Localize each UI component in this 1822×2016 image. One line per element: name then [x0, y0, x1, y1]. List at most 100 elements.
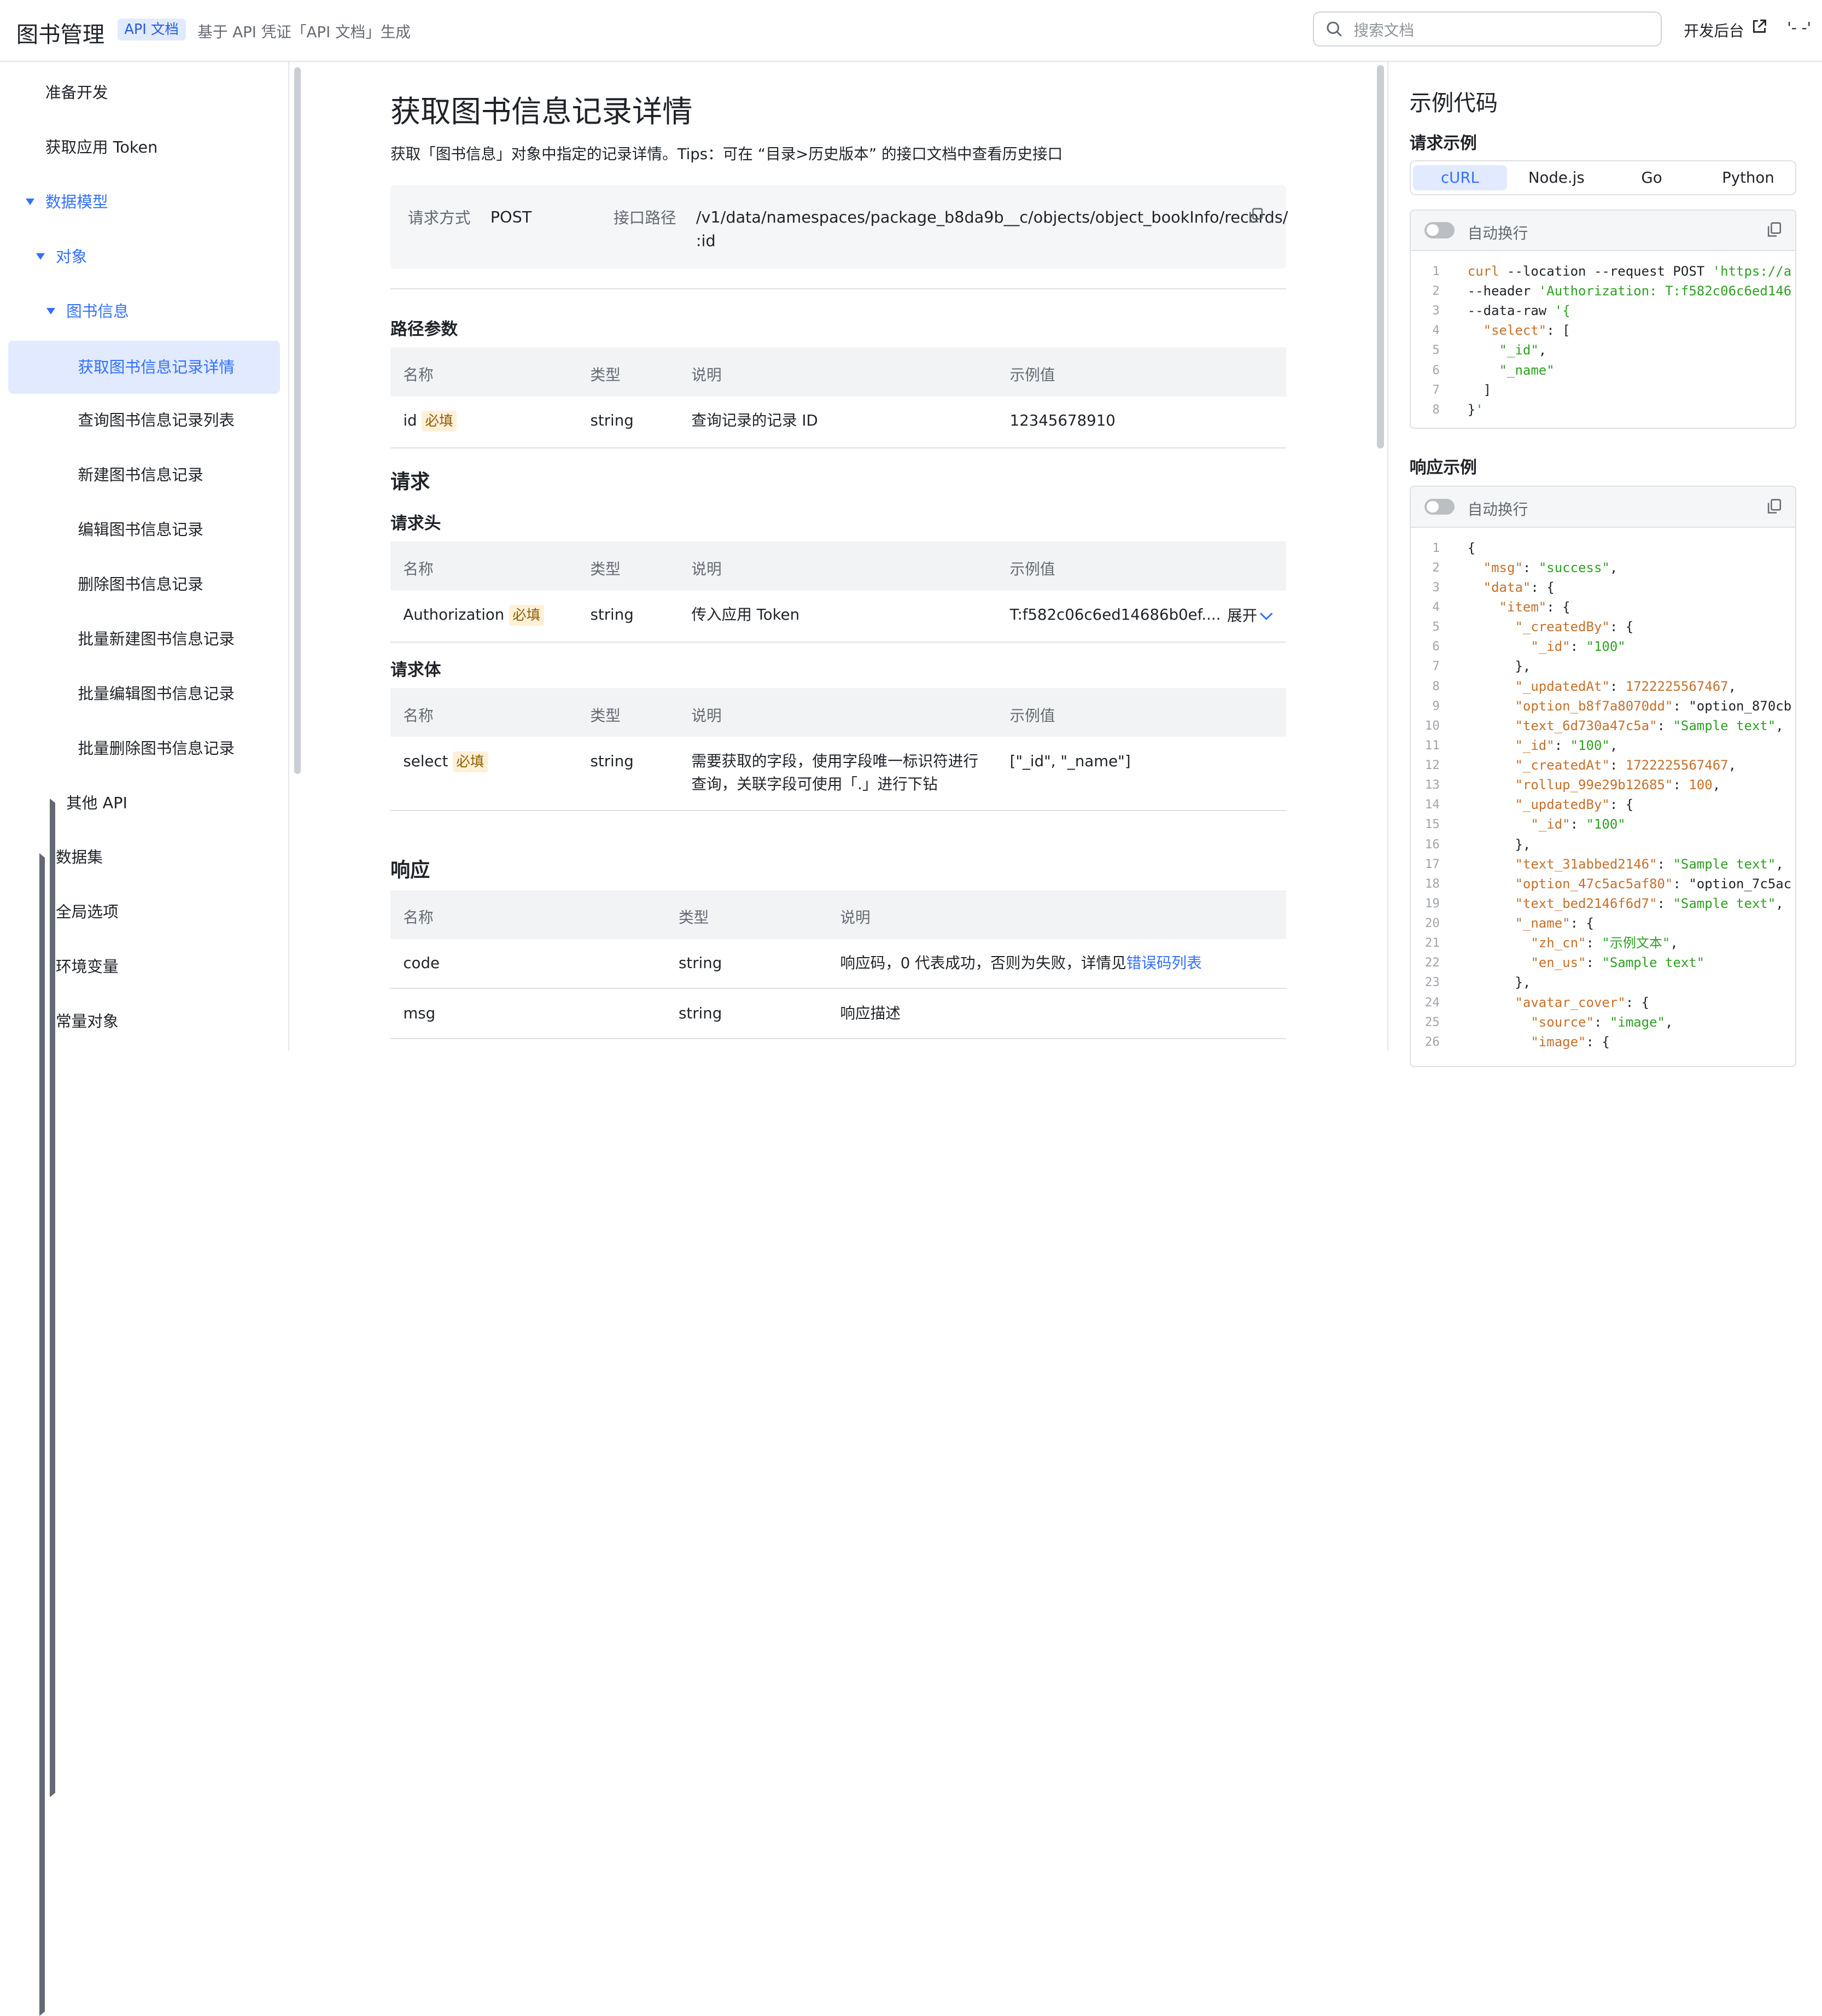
nav-item-batch-create[interactable]: 批量新建图书信息记录 — [78, 613, 235, 666]
line-number: 4 — [1411, 321, 1440, 340]
body-example: ["_id", "_name"] — [1010, 750, 1131, 773]
required-tag: 必填 — [422, 411, 457, 432]
line-number: 7 — [1411, 656, 1440, 676]
code-line: 2--header 'Authorization: T:f582c06c6ed1… — [1411, 281, 1796, 301]
code-text: { — [1468, 538, 1475, 558]
line-number: 5 — [1411, 340, 1440, 360]
code-line: 3--data-raw '{ — [1411, 301, 1796, 321]
nav-item-constants[interactable]: 常量对象 — [39, 995, 260, 1048]
nav-item-delete-record[interactable]: 删除图书信息记录 — [78, 558, 203, 611]
nav-item-book-info[interactable]: 图书信息 — [46, 285, 267, 339]
path-params-table: 名称 类型 说明 示例值 id必填 string 查询记录的记录 ID 1234… — [390, 347, 1286, 448]
line-number: 2 — [1411, 558, 1440, 578]
nav-item-dataset[interactable]: 数据集 — [39, 831, 260, 884]
code-line: 8 "_updatedAt": 1722225567467, — [1411, 677, 1796, 696]
request-code-block[interactable]: 1curl --location --request POST 'https:/… — [1411, 251, 1796, 419]
line-number: 6 — [1411, 360, 1440, 380]
page-title: 获取图书信息记录详情 — [390, 87, 693, 131]
code-text: "select": [ — [1468, 321, 1570, 340]
tab-curl[interactable]: cURL — [1413, 165, 1507, 191]
chevron-down-icon — [1259, 611, 1274, 621]
code-text: }, — [1468, 972, 1531, 992]
nav-label: 全局选项 — [56, 885, 119, 939]
code-line: 2 "msg": "success", — [1411, 558, 1796, 578]
nav-label: 常量对象 — [56, 995, 119, 1048]
code-line: 22 "en_us": "Sample text" — [1411, 953, 1796, 972]
nav-item-batch-edit[interactable]: 批量编辑图书信息记录 — [78, 667, 235, 721]
nav-item-get-token[interactable]: 获取应用 Token — [45, 121, 157, 174]
code-line: 23 }, — [1411, 972, 1796, 992]
method-value: POST — [490, 206, 532, 229]
tab-go[interactable]: Go — [1605, 165, 1699, 191]
auto-wrap-toggle[interactable] — [1424, 222, 1455, 238]
code-line: 9 "option_b8f7a8070dd": "option_870cb — [1411, 696, 1796, 716]
header-subtitle: 基于 API 凭证「API 文档」生成 — [197, 20, 411, 42]
code-text: "_updatedAt": 1722225567467, — [1468, 677, 1736, 696]
line-number: 8 — [1411, 400, 1440, 419]
header-desc: 传入应用 Token — [691, 603, 799, 627]
app-title[interactable]: 图书管理 — [16, 16, 104, 49]
col-type: 类型 — [679, 905, 709, 927]
auto-wrap-toggle[interactable] — [1424, 499, 1455, 515]
nav-item-batch-delete[interactable]: 批量删除图书信息记录 — [78, 722, 235, 776]
dev-console-link[interactable]: 开发后台 — [1684, 19, 1744, 40]
tab-nodejs[interactable]: Node.js — [1509, 165, 1603, 191]
error-code-link[interactable]: 错误码列表 — [1126, 954, 1202, 972]
expand-button[interactable]: 展开 — [1227, 604, 1274, 628]
line-number: 23 — [1411, 972, 1440, 992]
line-number: 13 — [1411, 775, 1440, 795]
top-header: 图书管理 API 文档 基于 API 凭证「API 文档」生成 开发后台 '- … — [0, 0, 1822, 62]
nav-item-env-vars[interactable]: 环境变量 — [39, 940, 260, 994]
col-desc: 说明 — [691, 557, 721, 579]
code-text: ] — [1468, 380, 1491, 400]
response-code-block[interactable]: 1{2 "msg": "success",3 "data": {4 "item"… — [1411, 528, 1796, 1052]
code-line: 6 "_name" — [1411, 360, 1796, 380]
line-number: 1 — [1411, 261, 1440, 281]
table-row: select必填 string 需要获取的字段，使用字段唯一标识符进行查询，关联… — [390, 737, 1286, 811]
col-desc: 说明 — [691, 703, 721, 725]
divider — [390, 288, 1286, 289]
param-example: 12345678910 — [1010, 409, 1116, 433]
line-number: 22 — [1411, 953, 1440, 972]
code-line: 5 "_id", — [1411, 340, 1796, 360]
code-line: 15 "_id": "100" — [1411, 814, 1796, 834]
body-name: select必填 — [403, 750, 487, 773]
code-text: "rollup_99e29b12685": 100, — [1468, 775, 1720, 795]
code-line: 4 "item": { — [1411, 597, 1796, 617]
nav-item-object[interactable]: 对象 — [36, 230, 268, 284]
copy-icon[interactable] — [1249, 208, 1263, 223]
nav-item-create-record[interactable]: 新建图书信息记录 — [78, 448, 203, 502]
nav-item-list-records[interactable]: 查询图书信息记录列表 — [78, 394, 235, 447]
col-name: 名称 — [403, 703, 433, 725]
line-number: 10 — [1411, 716, 1440, 736]
main-scrollbar[interactable] — [1377, 65, 1384, 448]
nav-label: 数据集 — [56, 831, 103, 884]
body-desc-line-1: 需要获取的字段，使用字段唯一标识符进行 — [691, 752, 978, 770]
search-input[interactable] — [1351, 19, 1652, 42]
nav-item-global-options[interactable]: 全局选项 — [39, 885, 260, 939]
copy-icon[interactable] — [1767, 499, 1782, 514]
code-text: "en_us": "Sample text" — [1468, 953, 1705, 972]
nav-item-other-api[interactable]: 其他 API — [50, 777, 271, 830]
line-number: 12 — [1411, 755, 1440, 775]
nav-item-prepare[interactable]: 准备开发 — [45, 66, 108, 120]
code-text: --data-raw '{ — [1468, 301, 1570, 321]
search-box[interactable] — [1313, 11, 1662, 46]
body-desc-line-2: 查询，关联字段可使用「.」进行下钻 — [691, 775, 938, 793]
response-desc-text: 响应码，0 代表成功，否则为失败，详情见 — [840, 954, 1126, 972]
request-header-title: 请求头 — [390, 509, 441, 534]
nav-item-get-record-detail[interactable]: 获取图书信息记录详情 — [8, 341, 280, 394]
code-text: "_name": { — [1468, 913, 1594, 933]
nav-item-data-model[interactable]: 数据模型 — [26, 176, 258, 229]
nav-item-edit-record[interactable]: 编辑图书信息记录 — [78, 503, 203, 557]
request-code-panel: 自动换行 1curl --location --request POST 'ht… — [1410, 209, 1797, 429]
request-example-title: 请求示例 — [1410, 129, 1477, 154]
code-line: 11 "_id": "100", — [1411, 736, 1796, 755]
sidebar-scrollbar[interactable] — [294, 67, 301, 774]
user-menu[interactable]: '- -' — [1787, 19, 1811, 37]
response-desc: 响应码，0 代表成功，否则为失败，详情见错误码列表 — [840, 952, 1201, 975]
tab-python[interactable]: Python — [1701, 165, 1795, 191]
copy-icon[interactable] — [1767, 222, 1782, 237]
col-name: 名称 — [403, 905, 433, 927]
code-text: "_id": "100" — [1468, 637, 1626, 656]
